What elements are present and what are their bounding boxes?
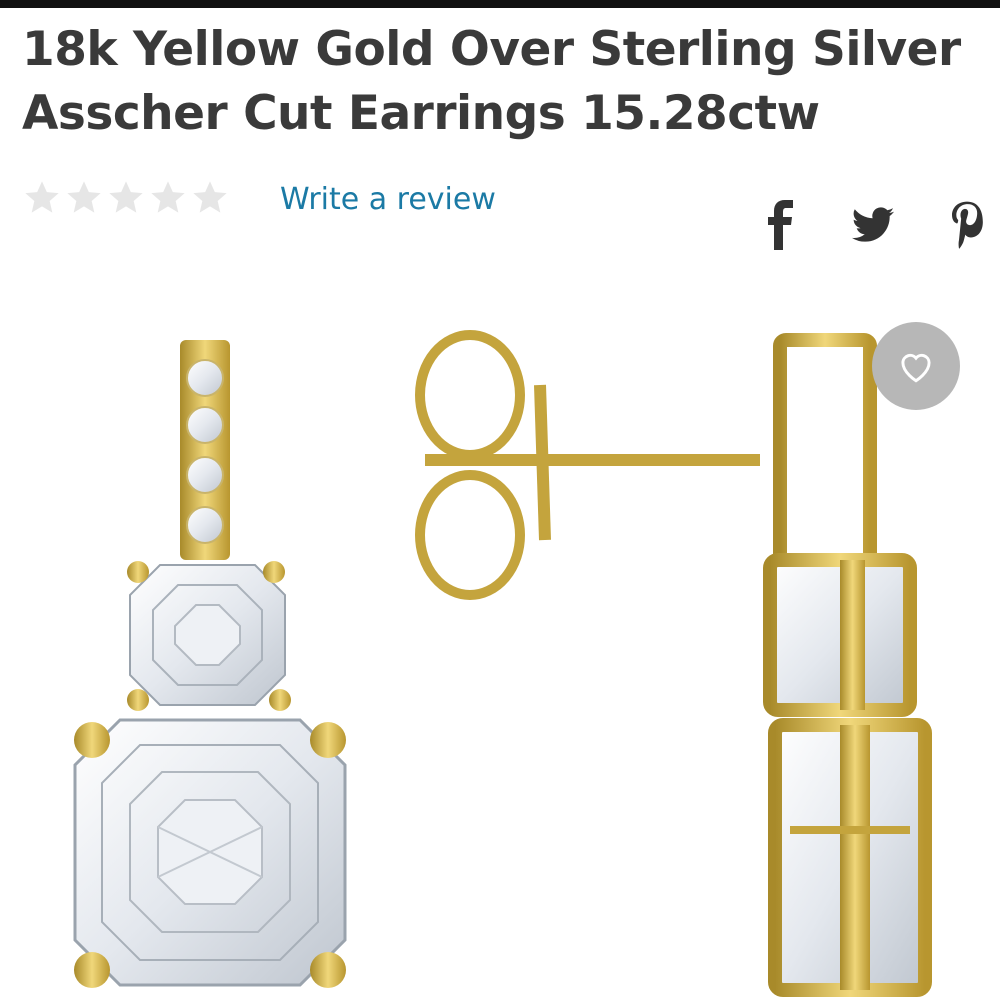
pinterest-icon [952, 201, 983, 249]
earring-front-view [73, 340, 347, 988]
star-icon [25, 181, 59, 213]
write-review-link[interactable]: Write a review [280, 182, 496, 217]
facebook-share-button[interactable] [762, 200, 802, 250]
product-image[interactable] [0, 300, 1000, 999]
facebook-icon [768, 200, 793, 250]
product-title: 18k Yellow Gold Over Sterling Silver Ass… [22, 22, 961, 141]
star-icon [67, 181, 101, 213]
heart-icon [901, 353, 931, 383]
twitter-share-button[interactable] [850, 200, 896, 250]
pinterest-share-button[interactable] [946, 200, 988, 250]
earring-side-view [763, 333, 932, 997]
star-icon [151, 181, 185, 213]
top-bar [0, 0, 1000, 8]
star-icon [109, 181, 143, 213]
rating-stars[interactable] [22, 178, 230, 218]
star-icon [193, 181, 227, 213]
wishlist-button[interactable] [872, 322, 960, 410]
twitter-icon [851, 207, 895, 242]
earring-back [415, 330, 760, 600]
